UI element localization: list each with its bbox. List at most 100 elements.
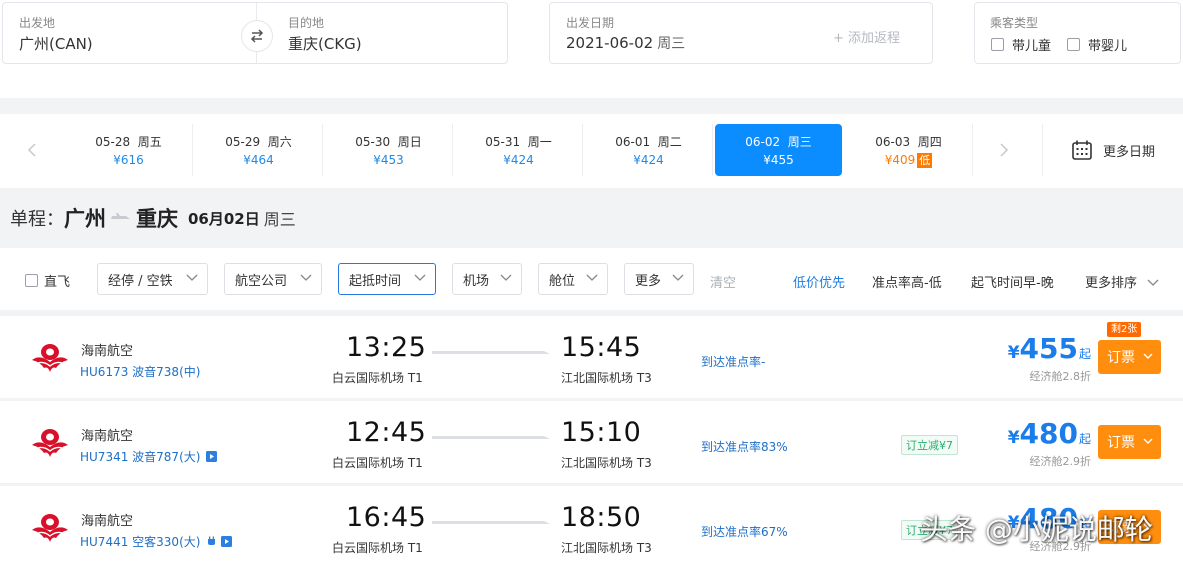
arrival-time: 15:10 [561, 417, 642, 448]
flight-number[interactable]: HU6173 波音738(中) [80, 363, 200, 380]
flight-row[interactable]: 海南航空 HU6173 波音738(中) 13:25 白云国际机场 T1 15:… [0, 316, 1183, 398]
airport-filter-label: 机场 [463, 273, 490, 289]
trip-to-city: 重庆 [136, 207, 178, 231]
time-filter-dropdown[interactable]: 起抵时间 [338, 263, 436, 295]
discount-tag: 订立减¥7 [901, 435, 958, 455]
cabin-discount: 经济舱2.9折 [1029, 455, 1092, 468]
search-bar: 出发地 广州(CAN) 目的地 重庆(CKG) 出发日期 2021-06-02 周… [0, 0, 1183, 98]
flight-info: HU7441 空客330(大) [80, 533, 233, 550]
sort-departure-time[interactable]: 起飞时间早-晚 [971, 272, 1054, 291]
cabin-filter-dropdown[interactable]: 舱位 [538, 263, 608, 295]
cabin-filter-label: 舱位 [549, 273, 576, 289]
price-suffix: 起 [1078, 347, 1091, 361]
chevron-down-icon [586, 274, 598, 281]
date-text: 2021-06-02 [566, 34, 654, 52]
date-option-0529[interactable]: 05-29 周六 ¥464 [195, 124, 323, 176]
airline-filter-dropdown[interactable]: 航空公司 [224, 263, 322, 295]
add-return-button[interactable]: + 添加返程 [833, 27, 900, 46]
lowest-price-badge: 低 [917, 153, 933, 168]
arrival-value: 重庆(CKG) [288, 35, 362, 53]
date-option-price: ¥464 [243, 153, 274, 167]
cabin-discount: 经济舱2.8折 [1029, 370, 1092, 383]
arrival-label: 目的地 [288, 16, 325, 30]
date-weekday: 周三 [657, 36, 686, 52]
with-child-checkbox[interactable] [991, 38, 1004, 51]
chevron-left-icon [27, 143, 36, 157]
with-infant-option[interactable]: 带婴儿 [1067, 35, 1127, 54]
stopover-filter-dropdown[interactable]: 经停 / 空铁 [97, 263, 208, 295]
swap-cities-button[interactable] [241, 20, 273, 52]
more-filter-label: 更多 [635, 273, 662, 289]
ontime-rate: 到达准点率- [701, 355, 766, 369]
date-option-0530[interactable]: 05-30 周日 ¥453 [325, 124, 453, 176]
date-option-0531[interactable]: 05-31 周一 ¥424 [455, 124, 583, 176]
departure-label: 出发地 [19, 16, 56, 30]
arrival-airport: 江北国际机场 T3 [561, 541, 652, 555]
entertainment-icon [221, 536, 233, 547]
date-option-date: 05-28 周五 [95, 135, 162, 149]
sort-ontime-rate[interactable]: 准点率高-低 [872, 272, 942, 291]
chevron-down-icon [672, 274, 684, 281]
prev-dates-button[interactable] [20, 138, 44, 162]
airline-name: 海南航空 [81, 514, 134, 529]
with-infant-checkbox[interactable] [1067, 38, 1080, 51]
sort-low-price[interactable]: 低价优先 [793, 272, 845, 291]
date-option-price: ¥453 [373, 153, 404, 167]
chevron-right-icon [1000, 143, 1009, 157]
date-strip: 05-28 周五 ¥616 05-29 周六 ¥464 05-30 周日 ¥45… [0, 114, 1183, 188]
route-arrow-icon [432, 521, 550, 524]
entertainment-icon [206, 451, 218, 462]
flight-number[interactable]: HU7441 空客330(大) [80, 533, 200, 550]
date-option-price: ¥424 [633, 153, 664, 167]
calendar-icon [1072, 140, 1092, 160]
chevron-down-icon [300, 274, 312, 281]
swap-icon [250, 29, 264, 43]
arrival-field[interactable]: 目的地 重庆(CKG) [274, 3, 507, 63]
trip-title: 单程： 广州 重庆 06月02日 周三 [10, 204, 296, 232]
next-dates-button[interactable] [992, 138, 1016, 162]
with-child-option[interactable]: 带儿童 [991, 35, 1051, 54]
date-option-price: ¥616 [113, 153, 144, 167]
date-option-0601[interactable]: 06-01 周二 ¥424 [585, 124, 713, 176]
trip-type: 单程： [10, 209, 64, 230]
flight-number[interactable]: HU7341 波音787(大) [80, 448, 200, 465]
hainan-airlines-logo [32, 514, 68, 542]
date-option-0602-selected[interactable]: 06-02 周三 ¥455 [715, 124, 842, 176]
direct-flight-checkbox[interactable] [25, 274, 38, 287]
sort-more-dropdown[interactable]: 更多排序 [1085, 272, 1159, 291]
departure-airport: 白云国际机场 T1 [332, 371, 423, 385]
more-filter-dropdown[interactable]: 更多 [624, 263, 694, 295]
price-value: 455 [1019, 332, 1078, 365]
date-option-date: 06-02 周三 [745, 135, 812, 149]
flight-row[interactable]: 海南航空 HU7341 波音787(大) 12:45 白云国际机场 T1 15:… [0, 401, 1183, 483]
date-option-0603[interactable]: 06-03 周四 ¥409 低 [845, 124, 973, 176]
with-infant-label: 带婴儿 [1088, 39, 1128, 54]
departure-airport: 白云国际机场 T1 [332, 541, 423, 555]
date-option-0528[interactable]: 05-28 周五 ¥616 [65, 124, 193, 176]
date-option-price: ¥409 低 [845, 153, 972, 168]
trip-date: 06月02日 [188, 209, 260, 228]
date-label: 出发日期 [566, 16, 615, 30]
book-button[interactable]: 订票 [1098, 425, 1161, 459]
price-value: 480 [1019, 417, 1078, 450]
departure-airport: 白云国际机场 T1 [332, 456, 423, 470]
departure-time: 13:25 [346, 332, 427, 363]
sort-more-label: 更多排序 [1085, 276, 1138, 291]
book-button-label: 订票 [1107, 435, 1135, 451]
passenger-type-label: 乘客类型 [990, 16, 1039, 30]
date-option-date: 06-03 周四 [875, 135, 942, 149]
date-option-date: 05-30 周日 [355, 135, 422, 149]
book-button[interactable]: 订票 [1098, 340, 1161, 374]
airport-filter-dropdown[interactable]: 机场 [452, 263, 522, 295]
direct-flight-filter[interactable]: 直飞 [25, 271, 70, 290]
departure-field[interactable]: 出发地 广州(CAN) [3, 3, 256, 63]
ontime-rate: 到达准点率67% [701, 525, 788, 539]
arrival-time: 15:45 [561, 332, 642, 363]
price: ¥455 起 [1008, 332, 1091, 365]
clear-filters-button[interactable]: 清空 [710, 272, 736, 291]
departure-date-field[interactable]: 出发日期 2021-06-02 周三 + 添加返程 [549, 2, 933, 64]
more-dates-button[interactable]: 更多日期 [1042, 124, 1183, 176]
date-option-date: 05-31 周一 [485, 135, 552, 149]
power-outlet-icon [208, 536, 216, 545]
seats-remaining-badge: 剩2张 [1107, 322, 1142, 337]
